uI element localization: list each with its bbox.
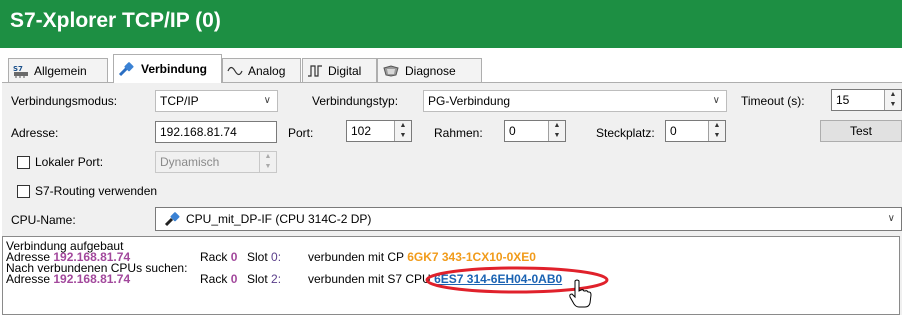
spin-buttons[interactable]: ▲ ▼ — [394, 121, 411, 141]
tab-allgemein[interactable]: S7 Allgemein — [8, 58, 108, 82]
chevron-down-icon: ∨ — [263, 95, 271, 106]
log-rack: Rack 0 — [200, 273, 237, 285]
log-slot-value: 2: — [271, 272, 282, 286]
local-port-spinner[interactable]: Dynamisch ▲ ▼ — [155, 151, 277, 173]
spin-buttons[interactable]: ▲ ▼ — [259, 152, 276, 172]
spin-down-icon[interactable]: ▼ — [260, 162, 276, 172]
spin-up-icon[interactable]: ▲ — [885, 90, 901, 100]
slot-value: 0 — [670, 124, 677, 138]
address-value: 192.168.81.74 — [160, 125, 237, 139]
log-cp-connection: verbunden mit CP 6GK7 343-1CX10-0XE0 — [308, 251, 536, 263]
spin-buttons[interactable]: ▲ ▼ — [708, 121, 725, 141]
spin-up-icon[interactable]: ▲ — [395, 121, 411, 131]
port-spinner[interactable]: 102 ▲ ▼ — [346, 120, 412, 142]
spin-up-icon[interactable]: ▲ — [260, 152, 276, 162]
spin-buttons[interactable]: ▲ ▼ — [884, 90, 901, 110]
rack-label: Rahmen: — [434, 126, 483, 140]
test-button[interactable]: Test — [820, 120, 902, 142]
square-wave-icon — [307, 64, 323, 77]
tab-label-analog: Analog — [248, 63, 286, 78]
timeout-value: 15 — [836, 93, 850, 107]
log-slot: Slot 2: — [247, 273, 281, 285]
timeout-spinner[interactable]: 15 ▲ ▼ — [831, 89, 902, 111]
type-value: PG-Verbindung — [428, 94, 511, 108]
slot-label: Steckplatz: — [596, 126, 655, 140]
local-port-checkbox[interactable] — [17, 156, 30, 169]
log-cp-part-number: 6GK7 343-1CX10-0XE0 — [407, 250, 536, 264]
type-select[interactable]: PG-Verbindung ∨ — [423, 90, 727, 112]
log-rack: Rack 0 — [200, 251, 237, 263]
s7-chip-icon: S7 — [13, 64, 29, 78]
chevron-down-icon: ∨ — [887, 213, 895, 224]
port-label: Port: — [288, 126, 314, 140]
log-rack-prefix: Rack — [200, 250, 228, 264]
spin-down-icon[interactable]: ▼ — [549, 131, 565, 141]
local-port-label: Lokaler Port: — [35, 155, 104, 169]
log-rack-value: 0 — [230, 250, 238, 264]
log-address: 192.168.81.74 — [53, 272, 131, 286]
type-label: Verbindungstyp: — [312, 94, 399, 108]
address-input[interactable]: 192.168.81.74 — [155, 121, 277, 143]
routing-checkbox[interactable] — [17, 185, 30, 198]
log-rack-value: 0 — [230, 272, 238, 286]
slot-spinner[interactable]: 0 ▲ ▼ — [665, 120, 726, 142]
log-cpu-text: verbunden mit S7 CPU — [308, 272, 431, 286]
tab-verbindung[interactable]: Verbindung — [113, 54, 222, 83]
tab-label-verbindung: Verbindung — [141, 62, 207, 76]
tab-label-diagnose: Diagnose — [405, 63, 456, 78]
cpu-select[interactable]: CPU_mit_DP-IF (CPU 314C-2 DP) ∨ — [155, 207, 902, 231]
spin-buttons[interactable]: ▲ ▼ — [548, 121, 565, 141]
timeout-label: Timeout (s): — [741, 94, 805, 108]
tab-diagnose[interactable]: Diagnose — [377, 58, 482, 82]
plug-icon — [118, 61, 136, 77]
spin-up-icon[interactable]: ▲ — [709, 121, 725, 131]
mode-value: TCP/IP — [160, 94, 199, 108]
cpu-plug-icon — [164, 211, 182, 227]
cpu-value: CPU_mit_DP-IF (CPU 314C-2 DP) — [186, 212, 372, 226]
spin-up-icon[interactable]: ▲ — [549, 121, 565, 131]
log-slot-prefix: Slot — [247, 272, 268, 286]
routing-label: S7-Routing verwenden — [35, 184, 158, 198]
log-slot: Slot 0: — [247, 251, 281, 263]
port-value: 102 — [351, 124, 372, 138]
tab-digital[interactable]: Digital — [302, 58, 377, 82]
mode-label: Verbindungsmodus: — [11, 94, 118, 108]
log-slot-prefix: Slot — [247, 250, 268, 264]
log-rack-prefix: Rack — [200, 272, 228, 286]
log-address-prefix: Adresse — [6, 272, 51, 286]
tab-label-allgemein: Allgemein — [34, 63, 87, 78]
tab-analog[interactable]: Analog — [222, 58, 301, 82]
address-label: Adresse: — [11, 126, 59, 140]
rack-spinner[interactable]: 0 ▲ ▼ — [504, 120, 566, 142]
chevron-down-icon: ∨ — [712, 95, 720, 106]
mode-select[interactable]: TCP/IP ∨ — [155, 90, 278, 112]
cpu-name-label: CPU-Name: — [11, 213, 76, 227]
svg-text:S7: S7 — [13, 65, 23, 73]
local-port-value: Dynamisch — [160, 155, 220, 169]
tab-label-digital: Digital — [328, 63, 362, 78]
spin-down-icon[interactable]: ▼ — [395, 131, 411, 141]
sine-wave-icon — [227, 65, 243, 77]
log-line: Adresse 192.168.81.74 — [6, 273, 130, 285]
hand-cursor-icon — [569, 279, 592, 308]
status-log: Verbindung aufgebaut Adresse 192.168.81.… — [2, 236, 900, 315]
log-cp-text: verbunden mit CP — [308, 250, 404, 264]
rack-value: 0 — [509, 124, 516, 138]
window-title: S7-Xplorer TCP/IP (0) — [10, 9, 221, 32]
title-bar: S7-Xplorer TCP/IP (0) — [0, 0, 902, 48]
spin-down-icon[interactable]: ▼ — [885, 100, 901, 110]
stethoscope-icon — [382, 64, 400, 78]
spin-down-icon[interactable]: ▼ — [709, 131, 725, 141]
log-slot-value: 0: — [271, 250, 282, 264]
